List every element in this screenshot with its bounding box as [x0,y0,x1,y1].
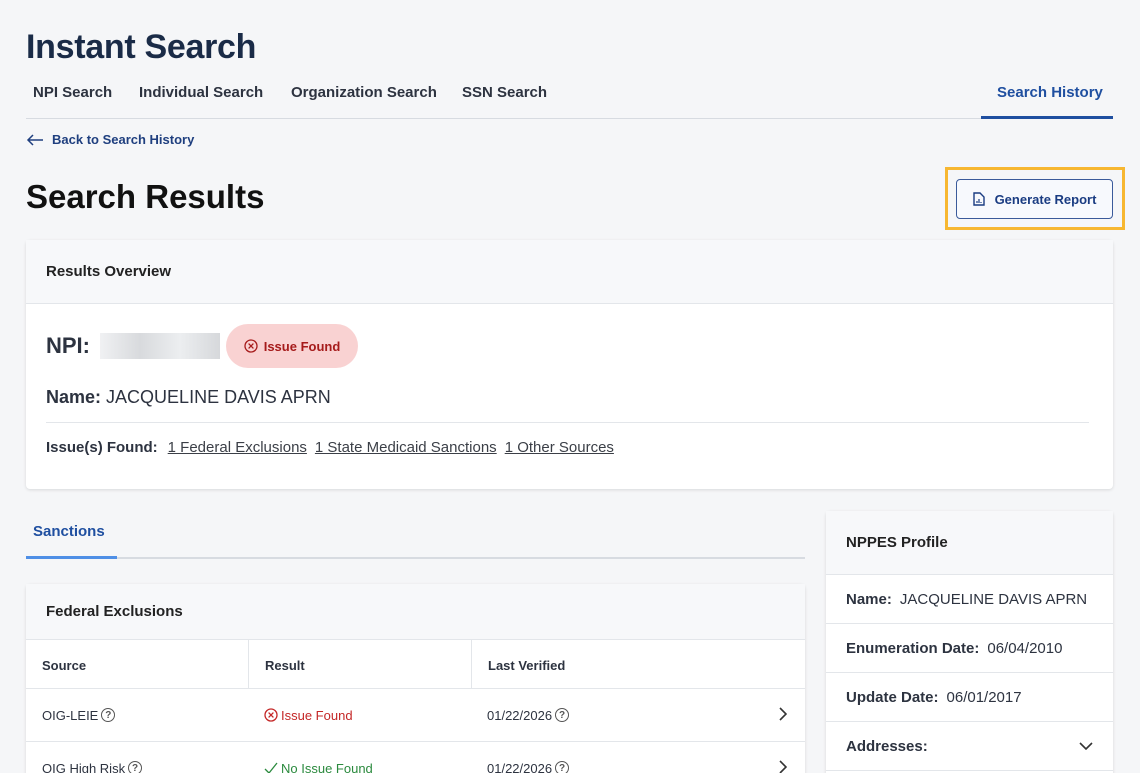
back-to-search-history-link[interactable]: Back to Search History [26,132,194,147]
nppes-profile-card: NPPES Profile Name: JACQUELINE DAVIS APR… [826,511,1113,773]
npi-redacted-value [100,333,220,359]
verified-cell: 01/22/2026 ? [471,761,805,773]
help-icon[interactable]: ? [101,708,116,722]
state-medicaid-sanctions-link[interactable]: 1 State Medicaid Sanctions [315,439,497,456]
page-title: Instant Search [26,28,257,66]
nppes-name-value: JACQUELINE DAVIS APRN [899,590,1088,608]
verified-date: 01/22/2026 [487,707,553,723]
search-tabs: NPI Search Individual Search Organizatio… [26,80,1113,119]
col-source: Source [42,658,87,673]
sanctions-tabs: Sanctions [26,516,805,559]
x-circle-icon [264,708,278,722]
source-name: OIG High Risk [42,760,126,773]
enumeration-date-value: 06/04/2010 [987,639,1063,657]
federal-exclusions-link[interactable]: 1 Federal Exclusions [168,439,307,456]
nppes-name-row: Name: JACQUELINE DAVIS APRN [826,575,1113,624]
chevron-right-icon[interactable] [779,707,787,721]
result-text: No Issue Found [281,760,373,773]
issues-row: Issue(s) Found: 1 Federal Exclusions 1 S… [46,439,614,456]
tab-npi-search[interactable]: NPI Search [26,80,119,119]
generate-report-label: Generate Report [994,191,1097,207]
federal-exclusions-heading: Federal Exclusions [26,584,805,640]
document-icon [972,192,985,206]
table-row[interactable]: OIG-LEIE ? Issue Found 01/22/2026 ? [26,689,805,742]
addresses-label: Addresses: [846,737,928,755]
nppes-profile-heading: NPPES Profile [826,511,1113,575]
other-sources-link[interactable]: 1 Other Sources [505,439,614,456]
npi-row: NPI: Issue Found [46,324,358,368]
enumeration-date-row: Enumeration Date: 06/04/2010 [826,624,1113,673]
divider [46,422,1089,423]
npi-label: NPI: [46,333,90,358]
tab-search-history[interactable]: Search History [981,80,1113,119]
update-date-value: 06/01/2017 [946,688,1022,706]
name-value: JACQUELINE DAVIS APRN [106,387,331,407]
table-row[interactable]: OIG High Risk ? No Issue Found 01/22/202… [26,742,805,773]
col-last-verified: Last Verified [471,640,805,688]
result-cell: Issue Found [248,708,471,723]
enumeration-date-label: Enumeration Date: [846,639,980,657]
arrow-left-icon [26,133,43,146]
results-overview-card: Results Overview NPI: Issue Found Name: … [26,240,1113,489]
name-row: Name: JACQUELINE DAVIS APRN [46,387,331,408]
help-icon[interactable]: ? [555,761,570,773]
generate-report-button[interactable]: Generate Report [956,179,1113,219]
verified-date: 01/22/2026 [487,760,553,773]
tab-ssn-search[interactable]: SSN Search [455,80,554,119]
source-name: OIG-LEIE [42,707,99,723]
col-result: Result [248,640,471,688]
tab-sanctions[interactable]: Sanctions [26,516,117,559]
tab-individual-search[interactable]: Individual Search [132,80,270,119]
source-cell: OIG-LEIE ? [26,708,248,723]
issues-label: Issue(s) Found: [46,439,158,456]
name-label: Name: [46,387,102,407]
federal-exclusions-card: Federal Exclusions Source Result Last Ve… [26,584,805,773]
results-overview-heading: Results Overview [26,240,1113,304]
issue-found-badge-label: Issue Found [263,338,341,354]
help-icon[interactable]: ? [555,708,570,722]
x-circle-icon [244,339,258,353]
verified-cell: 01/22/2026 ? [471,708,805,723]
checkmark-icon [264,762,278,773]
help-icon[interactable]: ? [128,761,143,773]
chevron-down-icon [1079,742,1093,750]
addresses-accordion[interactable]: Addresses: [826,722,1113,771]
chevron-right-icon[interactable] [779,760,787,773]
nppes-name-label: Name: [846,590,892,608]
issue-found-badge: Issue Found [226,324,358,368]
tab-organization-search[interactable]: Organization Search [284,80,444,119]
table-header: Source Result Last Verified [26,640,805,689]
result-text: Issue Found [281,707,353,723]
source-cell: OIG High Risk ? [26,761,248,773]
back-link-label: Back to Search History [52,132,195,147]
update-date-row: Update Date: 06/01/2017 [826,673,1113,722]
update-date-label: Update Date: [846,688,939,706]
result-cell: No Issue Found [248,761,471,773]
results-title: Search Results [26,178,265,215]
